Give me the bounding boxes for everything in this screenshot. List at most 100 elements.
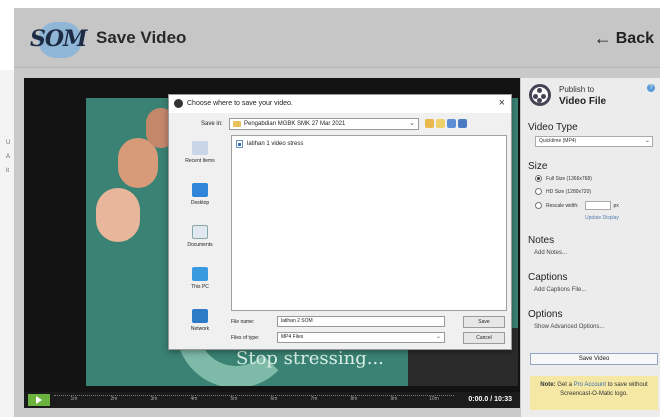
chevron-down-icon: ⌄ (435, 334, 441, 340)
background-letter: it (6, 168, 9, 174)
save-in-select[interactable]: Pengabdian MGBK SMK 27 Mar 2021 ⌄ (229, 118, 419, 130)
save-in-value: Pengabdian MGBK SMK 27 Mar 2021 (244, 121, 346, 127)
arrow-left-icon: ← (593, 28, 612, 48)
background-letter: A (6, 154, 11, 160)
radio-button[interactable] (535, 188, 542, 195)
list-view-icon[interactable] (447, 119, 456, 128)
place-network[interactable]: Network (175, 309, 225, 332)
file-list[interactable]: latihan 1 video stress (231, 135, 507, 311)
file-type-label: Files of type: (231, 335, 260, 341)
logo-text: SOM (30, 26, 87, 52)
som-logo: SOM (30, 22, 88, 58)
place-label: This PC (191, 284, 209, 290)
publish-header: Publish to Video File ? (527, 82, 657, 112)
pro-account-note: Note: Get a Pro Account to save without … (530, 376, 658, 410)
size-option-label: Full Size (1366x768) (546, 175, 592, 182)
size-title: Size (528, 161, 548, 172)
size-option-hd[interactable]: HD Size (1280x720) (535, 188, 591, 195)
save-video-button[interactable]: Save Video (530, 353, 658, 365)
video-file-icon (236, 140, 243, 148)
timeline-tick: 9m (390, 396, 398, 402)
pro-account-link[interactable]: Pro Account (574, 382, 606, 388)
documents-icon (192, 225, 208, 239)
place-desktop[interactable]: Desktop (175, 183, 225, 206)
folder-icon (233, 121, 241, 127)
timeline-tick: 7m (310, 396, 318, 402)
file-type-value: MP4 Files (281, 334, 304, 340)
note-text: Get a (557, 382, 572, 388)
file-name-label: File name: (231, 319, 255, 325)
file-name-input[interactable]: latihan 2 SOM (277, 316, 445, 327)
timeline-tick: 1m (70, 396, 78, 402)
video-type-value: Quicktime (MP4) (539, 138, 577, 144)
rescale-unit: px (613, 202, 619, 209)
back-button[interactable]: ← Back (594, 28, 654, 49)
place-recent-items[interactable]: Recent Items (175, 141, 225, 164)
place-label: Recent Items (185, 158, 215, 164)
help-icon[interactable]: ? (647, 84, 655, 92)
size-option-rescale[interactable]: Rescale width: px (535, 201, 619, 210)
file-type-select[interactable]: MP4 Files ⌄ (277, 332, 445, 343)
place-this-pc[interactable]: This PC (175, 267, 225, 290)
options-title: Options (528, 309, 563, 320)
cancel-button[interactable]: Cancel (463, 332, 505, 344)
new-folder-icon[interactable] (436, 119, 445, 128)
java-icon (174, 99, 183, 108)
video-type-select[interactable]: Quicktime (MP4) ⌄ (535, 136, 653, 147)
up-folder-icon[interactable] (425, 119, 434, 128)
timeline-ticks[interactable]: 1m 2m 3m 4m 5m 6m 7m 8m 9m 10m (54, 395, 454, 405)
timeline-tick: 2m (110, 396, 118, 402)
page-title: Save Video (96, 28, 187, 47)
network-icon (192, 309, 208, 323)
film-reel-icon (529, 84, 551, 106)
places-bar: Recent Items Desktop Documents This PC N… (175, 135, 225, 345)
timeline-tick: 3m (150, 396, 158, 402)
add-notes-link[interactable]: Add Notes... (534, 250, 567, 256)
chevron-down-icon: ⌄ (644, 138, 650, 144)
background-window-strip: U A it (0, 70, 14, 417)
publish-panel: Publish to Video File ? Video Type Quick… (521, 78, 660, 417)
radio-button[interactable] (535, 175, 542, 182)
save-button[interactable]: Save (463, 316, 505, 328)
timeline-tick: 10m (429, 396, 439, 402)
close-icon[interactable]: × (499, 97, 505, 109)
background-letter: U (6, 140, 11, 146)
place-documents[interactable]: Documents (175, 225, 225, 248)
size-option-full[interactable]: Full Size (1366x768) (535, 175, 592, 182)
note-label: Note: (540, 382, 556, 388)
play-button[interactable] (28, 394, 50, 406)
timeline-tick: 4m (190, 396, 198, 402)
details-view-icon[interactable] (458, 119, 467, 128)
rescale-width-input[interactable] (584, 201, 611, 210)
notes-title: Notes (528, 235, 555, 246)
play-icon (36, 396, 42, 404)
advanced-options-link[interactable]: Show Advanced Options... (534, 324, 604, 330)
video-timeline[interactable]: 1m 2m 3m 4m 5m 6m 7m 8m 9m 10m 0:00.0 / … (24, 392, 520, 408)
recent-items-icon (192, 141, 208, 155)
place-label: Documents (187, 242, 213, 248)
file-name-value: latihan 2 SOM (281, 318, 313, 324)
file-item[interactable]: latihan 1 video stress (236, 140, 303, 148)
dialog-nav-toolbar (425, 119, 467, 128)
save-file-dialog: Choose where to save your video. × Save … (168, 94, 512, 350)
place-label: Desktop (190, 200, 210, 206)
size-option-label: Rescale width: (546, 202, 579, 209)
video-figure (96, 188, 140, 242)
computer-icon (192, 267, 208, 281)
dialog-title: Choose where to save your video. (187, 100, 293, 107)
timecode: 0:00.0 / 10:33 (468, 396, 512, 403)
save-in-label: Save in: (201, 121, 223, 127)
video-caption: Stop stressing... (236, 348, 384, 369)
publish-target-label: Video File (559, 96, 607, 107)
update-display-link[interactable]: Update Display (585, 215, 619, 221)
dialog-titlebar: Choose where to save your video. × (169, 95, 511, 113)
timeline-tick: 5m (230, 396, 238, 402)
size-option-label: HD Size (1280x720) (546, 188, 592, 195)
chevron-down-icon: ⌄ (409, 120, 415, 127)
back-label: Back (615, 29, 654, 47)
timeline-tick: 8m (350, 396, 358, 402)
desktop-icon (192, 183, 208, 197)
add-captions-link[interactable]: Add Captions File... (534, 287, 586, 293)
radio-button[interactable] (535, 202, 542, 209)
publish-to-label: Publish to (559, 85, 595, 94)
